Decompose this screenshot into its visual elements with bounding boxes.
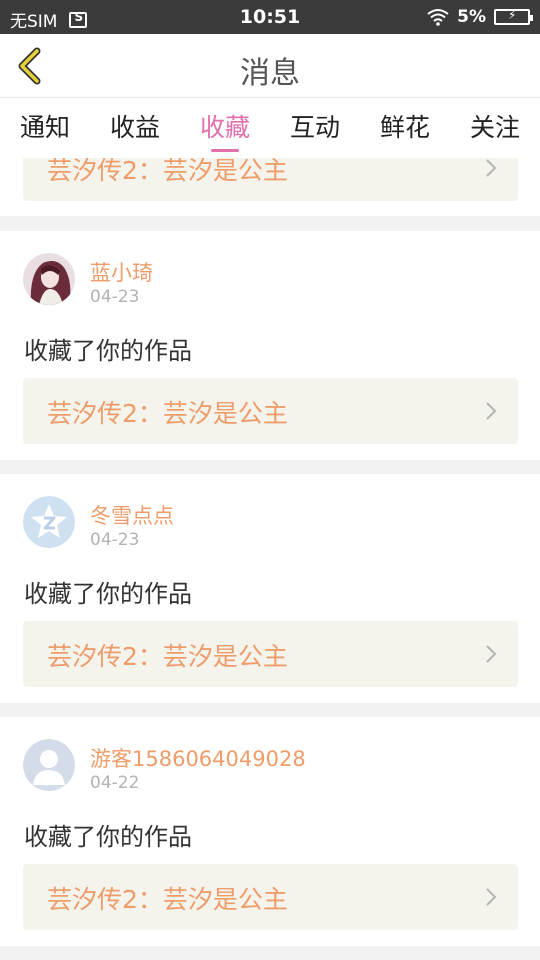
message-date: 04-23 bbox=[90, 287, 140, 307]
tab-bar: 通知 收益 收藏 互动 鲜花 关注 bbox=[0, 98, 540, 158]
username[interactable]: 冬雪点点 bbox=[90, 500, 174, 530]
tab-favorites[interactable]: 收藏 bbox=[180, 98, 270, 158]
app-logo-avatar bbox=[23, 496, 75, 548]
tab-interaction[interactable]: 互动 bbox=[270, 98, 360, 158]
message-date: 04-23 bbox=[90, 530, 140, 550]
work-link[interactable]: 芸汐传2：芸汐是公主 bbox=[23, 378, 518, 444]
username[interactable]: 游客1586064049028 bbox=[90, 743, 306, 773]
tab-earnings[interactable]: 收益 bbox=[90, 98, 180, 158]
tab-flowers[interactable]: 鲜花 bbox=[360, 98, 450, 158]
avatar[interactable] bbox=[23, 496, 75, 548]
message-card: 蓝小琦 04-23 收藏了你的作品 芸汐传2：芸汐是公主 bbox=[0, 231, 540, 460]
avatar[interactable] bbox=[23, 253, 75, 305]
work-title: 芸汐传2：芸汐是公主 bbox=[47, 399, 288, 428]
action-text: 收藏了你的作品 bbox=[24, 580, 192, 608]
message-card: 游客1586064049028 04-22 收藏了你的作品 芸汐传2：芸汐是公主 bbox=[0, 717, 540, 946]
action-text: 收藏了你的作品 bbox=[24, 823, 192, 851]
battery-icon: ⚡ bbox=[494, 8, 533, 25]
chevron-right-icon bbox=[486, 159, 497, 177]
work-link[interactable]: 芸汐传2：芸汐是公主 bbox=[23, 621, 518, 687]
tab-follow[interactable]: 关注 bbox=[450, 98, 540, 158]
username[interactable]: 蓝小琦 bbox=[90, 257, 153, 287]
default-user-avatar bbox=[23, 739, 75, 791]
work-link[interactable]: 芸汐传2：芸汐是公主 bbox=[23, 158, 518, 201]
action-text: 收藏了你的作品 bbox=[24, 337, 192, 365]
app-header: 消息 bbox=[0, 34, 540, 98]
chevron-right-icon bbox=[486, 402, 497, 420]
message-feed[interactable]: 芸汐传2：芸汐是公主 蓝小琦 04-23 收藏了你的作品 芸汐传2：芸汐是公主 bbox=[0, 158, 540, 960]
work-link[interactable]: 芸汐传2：芸汐是公主 bbox=[23, 864, 518, 930]
page-title: 消息 bbox=[240, 56, 300, 91]
battery-percent: 5% bbox=[457, 7, 486, 27]
work-title: 芸汐传2：芸汐是公主 bbox=[47, 885, 288, 914]
chevron-right-icon bbox=[486, 645, 497, 663]
tab-notice[interactable]: 通知 bbox=[0, 98, 90, 158]
avatar[interactable] bbox=[23, 739, 75, 791]
message-card: 芸汐传2：芸汐是公主 bbox=[0, 158, 540, 216]
anime-girl-avatar bbox=[23, 253, 75, 305]
message-card: 冬雪点点 04-23 收藏了你的作品 芸汐传2：芸汐是公主 bbox=[0, 474, 540, 703]
wifi-icon bbox=[427, 9, 449, 26]
chevron-right-icon bbox=[486, 888, 497, 906]
message-date: 04-22 bbox=[90, 773, 140, 793]
work-title: 芸汐传2：芸汐是公主 bbox=[47, 642, 288, 671]
status-bar: 无SIM 10:51 5% ⚡ bbox=[0, 0, 540, 34]
work-title: 芸汐传2：芸汐是公主 bbox=[47, 158, 288, 185]
